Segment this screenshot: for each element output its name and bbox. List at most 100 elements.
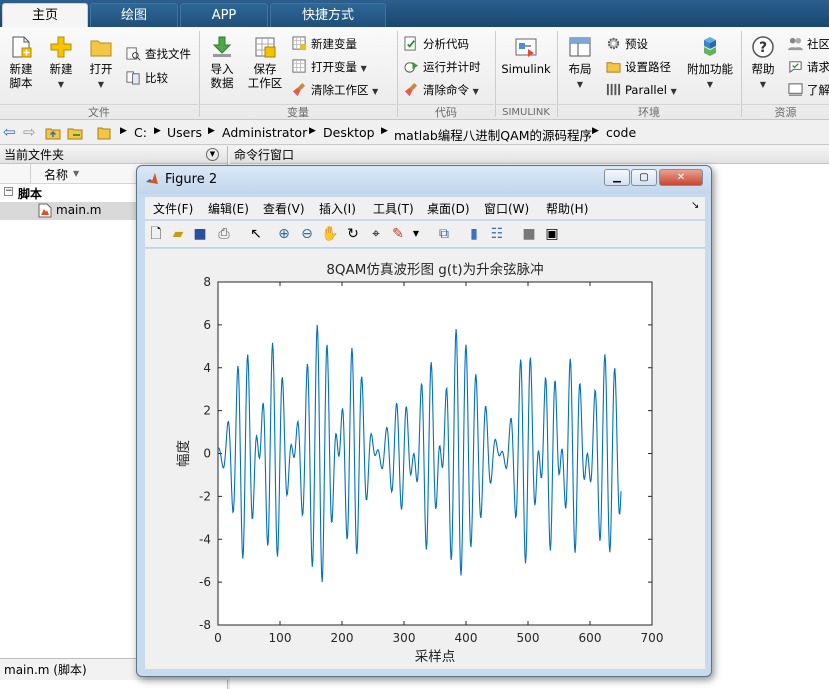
x-tick-label: 100 (269, 631, 292, 645)
name-column-label: 名称 (44, 168, 69, 182)
menu-view[interactable]: 查看(V) (263, 200, 305, 217)
link-plot-icon[interactable]: ⧉ (435, 225, 453, 243)
menu-tools[interactable]: 工具(T) (373, 200, 414, 217)
close-button[interactable]: ✕ (659, 169, 703, 186)
plot-area[interactable]: -8 -6 -4 -2 0 2 4 6 8 0 100 200 300 400 500 600 700 8QA… (145, 249, 705, 669)
parallel-button[interactable]: Parallel ▼ (606, 81, 677, 99)
import-data-label: 导入 数据 (210, 62, 234, 90)
layout-button[interactable]: 布局 ▼ (562, 35, 598, 92)
menu-edit[interactable]: 编辑(E) (208, 200, 249, 217)
chevron-down-icon: ▼ (97, 80, 105, 89)
set-path-label: 设置路径 (625, 60, 671, 74)
y-tick-label: -2 (199, 489, 211, 503)
new-variable-button[interactable]: 新建变量 (292, 35, 357, 53)
save-icon[interactable]: ■ (191, 225, 209, 243)
brush-icon[interactable]: ✎ (389, 225, 407, 243)
import-data-button[interactable]: 导入 数据 (204, 35, 240, 90)
figure-title: Figure 2 (165, 172, 218, 187)
menu-window[interactable]: 窗口(W) (484, 200, 529, 217)
find-files-button[interactable]: 查找文件 (126, 45, 191, 63)
new-button[interactable]: 新建 ▼ (44, 35, 78, 92)
data-cursor-icon[interactable]: ⌖ (367, 225, 385, 243)
clear-commands-button[interactable]: 清除命令 ▼ (404, 81, 479, 99)
figure-titlebar[interactable]: Figure 2 ▁ ▢ ✕ (137, 166, 711, 194)
new-figure-icon[interactable]: 🗋 (147, 225, 165, 243)
open-variable-button[interactable]: 打开变量 ▼ (292, 58, 367, 76)
x-tick-label: 600 (579, 631, 602, 645)
preferences-button[interactable]: 预设 (606, 35, 648, 53)
breadcrumb-code[interactable]: code (606, 125, 636, 140)
browse-folder-icon[interactable] (67, 125, 83, 141)
tab-home[interactable]: 主页 (2, 3, 88, 27)
breadcrumb-separator: ▶ (381, 126, 388, 136)
learn-button[interactable]: 了解 (788, 81, 829, 99)
menu-file[interactable]: 文件(F) (153, 200, 193, 217)
minimize-button[interactable]: ▁ (604, 169, 630, 186)
figure-canvas: -8 -6 -4 -2 0 2 4 6 8 0 100 200 300 400 500 600 700 8QA… (145, 249, 705, 669)
request-support-button[interactable]: 请求 (788, 58, 829, 76)
chevron-down-icon[interactable]: ▼ (407, 225, 425, 243)
open-variable-icon (292, 59, 306, 73)
breadcrumb-drive[interactable]: C: (134, 125, 147, 140)
breadcrumb-administrator[interactable]: Administrator (222, 125, 307, 140)
maximize-button[interactable]: ▢ (631, 169, 657, 186)
x-tick-label: 400 (455, 631, 478, 645)
hide-plot-tools-icon[interactable]: ■ (520, 225, 538, 243)
dock-arrow-icon[interactable]: ↘ (691, 200, 699, 211)
open-file-icon[interactable]: ▰ (169, 225, 187, 243)
x-tick-label: 700 (641, 631, 664, 645)
breadcrumb-separator: ▶ (309, 126, 316, 136)
menu-desktop[interactable]: 桌面(D) (427, 200, 470, 217)
show-plot-tools-icon[interactable]: ▣ (543, 225, 561, 243)
analyze-code-button[interactable]: 分析代码 (404, 35, 469, 53)
colorbar-icon[interactable]: ▮ (465, 225, 483, 243)
menu-help[interactable]: 帮助(H) (546, 200, 588, 217)
help-button[interactable]: ? 帮助 ▼ (746, 35, 780, 92)
pointer-icon[interactable]: ↖ (247, 225, 265, 243)
new-script-button[interactable]: 新建 脚本 (4, 35, 38, 90)
x-tick-label: 200 (331, 631, 354, 645)
community-button[interactable]: 社区 (788, 35, 829, 53)
addons-button[interactable]: 附加功能 ▼ (684, 35, 736, 92)
group-label-code: 代码 (398, 104, 494, 120)
open-button[interactable]: 打开 ▼ (84, 35, 118, 92)
breadcrumb-project[interactable]: matlab编程八进制QAM的源码程序 (394, 125, 592, 144)
up-folder-icon[interactable] (45, 125, 61, 141)
addons-icon (704, 37, 716, 56)
simulink-button[interactable]: Simulink (500, 35, 552, 76)
clear-workspace-button[interactable]: 清除工作区 ▼ (292, 81, 378, 99)
tab-apps[interactable]: APP (180, 3, 268, 27)
chevron-down-icon: ▼ (472, 87, 479, 96)
column-divider (30, 164, 31, 184)
tab-plots[interactable]: 绘图 (90, 3, 178, 27)
run-and-time-button[interactable]: 运行并计时 (404, 58, 481, 76)
sort-icon: ▼ (73, 169, 80, 178)
new-label: 新建 (49, 62, 73, 76)
chevron-down-icon: ▼ (57, 80, 65, 89)
pan-icon[interactable]: ✋ (321, 225, 339, 243)
collapse-icon[interactable]: − (4, 187, 13, 196)
legend-icon[interactable]: ☷ (488, 225, 506, 243)
rotate-icon[interactable]: ↻ (344, 225, 362, 243)
breadcrumb-desktop[interactable]: Desktop (323, 125, 375, 140)
breadcrumb-users[interactable]: Users (167, 125, 202, 140)
compare-button[interactable]: 比较 (126, 69, 168, 87)
zoom-in-icon[interactable]: ⊕ (275, 225, 293, 243)
print-icon[interactable]: ⎙ (215, 225, 233, 243)
save-workspace-button[interactable]: 保存 工作区 (246, 35, 284, 90)
find-files-icon (126, 47, 141, 61)
open-label: 打开 (89, 62, 113, 76)
forward-icon[interactable]: ⇨ (23, 123, 36, 141)
zoom-out-icon[interactable]: ⊖ (298, 225, 316, 243)
community-label: 社区 (807, 37, 829, 51)
set-path-button[interactable]: 设置路径 (606, 58, 671, 76)
analyze-code-label: 分析代码 (423, 37, 469, 51)
panel-menu-icon[interactable]: ▼ (206, 148, 219, 161)
tab-shortcuts[interactable]: 快捷方式 (270, 3, 386, 27)
current-folder-header: 当前文件夹 ▼ (0, 146, 227, 164)
back-icon[interactable]: ⇦ (3, 123, 16, 141)
chevron-down-icon: ▼ (670, 87, 677, 96)
x-axis-label: 采样点 (415, 649, 456, 665)
menu-insert[interactable]: 插入(I) (319, 200, 356, 217)
matlab-logo-icon (146, 173, 158, 184)
